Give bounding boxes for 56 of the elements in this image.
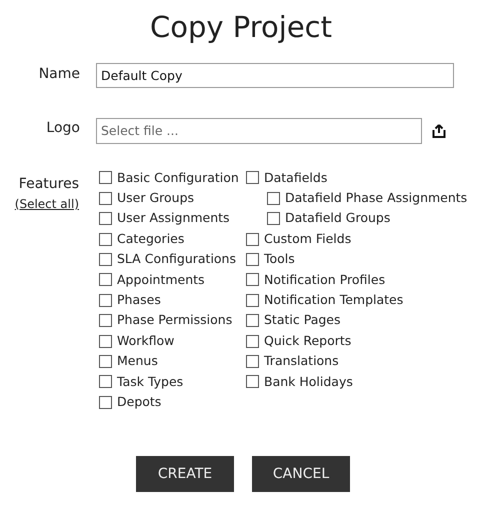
checkbox[interactable] [99,192,112,205]
checkbox-label: Menus [117,352,158,370]
checkbox[interactable] [246,375,259,388]
checkbox-label: Quick Reports [264,332,352,350]
checkbox[interactable] [99,273,112,286]
checkbox[interactable] [99,294,112,307]
field-label: Features [18,174,79,194]
checkbox[interactable] [246,294,259,307]
checkbox[interactable] [99,314,112,328]
create-button[interactable]: CREATE [136,456,234,492]
upload-icon[interactable] [432,124,446,138]
checkbox[interactable] [99,375,112,388]
checkbox-label: Appointments [117,270,205,289]
checkbox[interactable] [99,212,112,226]
name-field[interactable]: Default Copy [96,62,454,88]
checkbox[interactable] [267,212,280,226]
checkbox[interactable] [99,396,112,409]
field-label: Name [38,66,80,82]
checkbox[interactable] [246,253,259,266]
checkbox-label: Datafield Groups [285,209,390,228]
field-label: Logo [46,120,80,136]
checkbox-label: Datafields [264,168,328,187]
logo-field[interactable]: Select file ... [96,118,422,144]
checkbox-label: User Assignments [117,209,230,228]
checkbox-label: Categories [117,230,184,248]
checkbox-label: Notification Templates [264,290,404,309]
checkbox-label: Depots [117,392,162,411]
checkbox-label: Datafield Phase Assignments [285,189,468,207]
checkbox[interactable] [246,355,259,368]
checkbox-label: Tools [264,250,295,268]
checkbox[interactable] [99,355,112,368]
select-all-link[interactable]: (Select all) [14,194,79,213]
checkbox-label: Custom Fields [264,230,352,248]
checkbox[interactable] [267,192,280,205]
dialog-title: Copy Project [148,10,333,45]
checkbox-label: Translations [264,352,339,370]
checkbox[interactable] [99,232,112,246]
cancel-button[interactable]: CANCEL [252,456,350,492]
checkbox-label: Phase Permissions [117,311,232,330]
checkbox[interactable] [99,253,112,266]
checkbox[interactable] [246,273,259,286]
checkbox-label: User Groups [117,189,194,207]
checkbox-label: SLA Configurations [117,250,236,268]
checkbox-label: Notification Profiles [264,270,386,289]
checkbox[interactable] [246,314,259,328]
checkbox[interactable] [99,171,112,184]
checkbox[interactable] [246,232,259,246]
checkbox-label: Static Pages [264,311,340,330]
checkbox-label: Workflow [117,332,174,350]
checkbox-label: Phases [117,290,161,309]
checkbox[interactable] [246,334,259,348]
checkbox[interactable] [246,171,259,184]
checkbox-label: Bank Holidays [264,372,353,391]
checkbox[interactable] [99,334,112,348]
checkbox-label: Basic Configuration [117,168,239,187]
checkbox-label: Task Types [117,372,184,391]
